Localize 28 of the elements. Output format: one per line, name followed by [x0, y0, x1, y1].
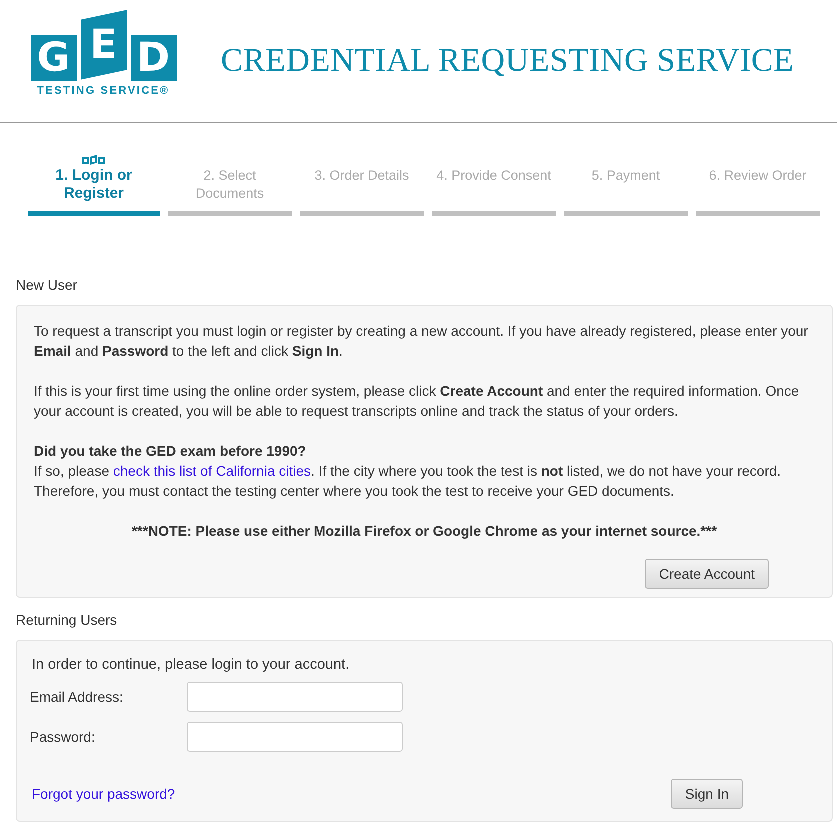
step-tab[interactable]: 2. Select Documents [168, 167, 292, 207]
section-heading: Returning Users [15, 611, 118, 630]
step-tab[interactable]: 4. Provide Consent [436, 167, 552, 207]
logo-icon [82, 154, 106, 165]
field-label: Password: [30, 729, 96, 745]
input-field[interactable] [187, 682, 403, 712]
info-paragraph: If so, please check this list of California cities. If the city where you took the test is not listed, we do not have your record. Therefore, you must contact the testing center where you took the test to receive your GED documents. [34, 462, 782, 501]
input-field[interactable] [187, 722, 403, 752]
city-list-link[interactable]: check this list of California cities [113, 463, 312, 479]
logo-tagline: TESTING SERVICE® [37, 85, 170, 97]
logo-letter: G [30, 35, 76, 81]
step-tab[interactable]: 1. Login or Register [28, 167, 160, 207]
create-account-button[interactable]: Create Account [645, 559, 769, 589]
step-tab[interactable]: 6. Review Order [709, 167, 807, 207]
field-label: Email Address: [30, 689, 124, 705]
page-title: CREDENTIAL REQUESTING SERVICE [221, 42, 794, 80]
question-heading: Did you take the GED exam before 1990? [34, 442, 308, 461]
browser-note: ***NOTE: Please use either Mozilla Firefox or Google Chrome as your internet source.*** [130, 522, 718, 541]
sign-in-button[interactable]: Sign In [671, 779, 743, 809]
logo-letter: D [130, 35, 176, 81]
info-paragraph: If this is your first time using the online order system, please click Create Account and enter the required information. Once your account is created, you will be able to request transcripts online and track the status of your orders. [34, 382, 800, 421]
step-tab[interactable]: 3. Order Details [314, 167, 410, 207]
login-intro: In order to continue, please login to your account. [32, 657, 351, 673]
logo-letter: E [80, 10, 126, 80]
info-paragraph: To request a transcript you must login or register by creating a new account. If you have already registered, please enter your Email and Password to the left and click Sign In. [34, 322, 810, 361]
section-heading: New User [15, 276, 78, 295]
step-tab[interactable]: 5. Payment [592, 167, 660, 207]
forgot-password-link[interactable]: Forgot your password? [32, 786, 176, 802]
